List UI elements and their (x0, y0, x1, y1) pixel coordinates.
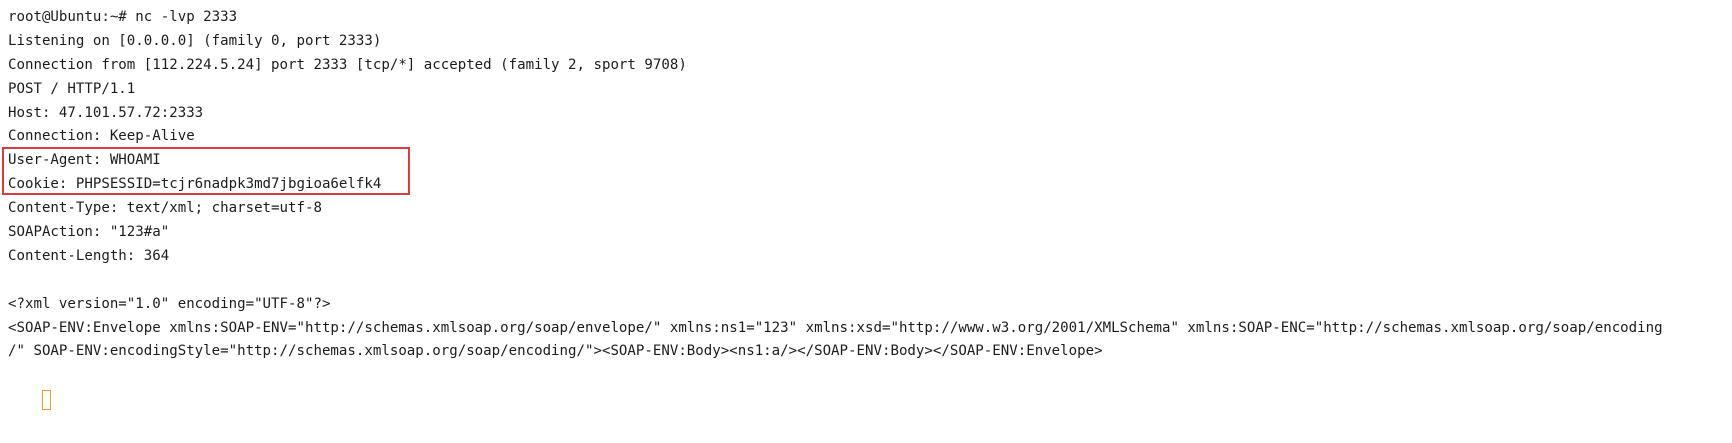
terminal-line-soap-envelope: <SOAP-ENV:Envelope xmlns:SOAP-ENV="http:… (8, 319, 1663, 336)
highlight-annotation-box (2, 147, 410, 195)
terminal-line-content-type-header: Content-Type: text/xml; charset=utf-8 (8, 200, 322, 217)
terminal-line-connection-header: Connection: Keep-Alive (8, 128, 195, 145)
terminal-window[interactable]: root@Ubuntu:~# nc -lvp 2333 Listening on… (0, 0, 1732, 426)
terminal-line-listening: Listening on [0.0.0.0] (family 0, port 2… (8, 32, 382, 49)
terminal-cursor[interactable] (41, 390, 51, 411)
terminal-line-connection-from: Connection from [112.224.5.24] port 2333… (8, 56, 687, 73)
terminal-line-content-length-header: Content-Length: 364 (8, 247, 170, 264)
terminal-cursor-line (8, 364, 1732, 411)
terminal-line-soap-envelope-continued: /" SOAP-ENV:encodingStyle="http://schema… (8, 343, 1103, 360)
terminal-line-host-header: Host: 47.101.57.72:2333 (8, 104, 204, 121)
terminal-line-soapaction-header: SOAPAction: "123#a" (8, 224, 170, 241)
terminal-line-xml-declaration: <?xml version="1.0" encoding="UTF-8"?> (8, 295, 331, 312)
terminal-line-request-line: POST / HTTP/1.1 (8, 80, 136, 97)
terminal-line-prompt: root@Ubuntu:~# nc -lvp 2333 (8, 9, 238, 25)
